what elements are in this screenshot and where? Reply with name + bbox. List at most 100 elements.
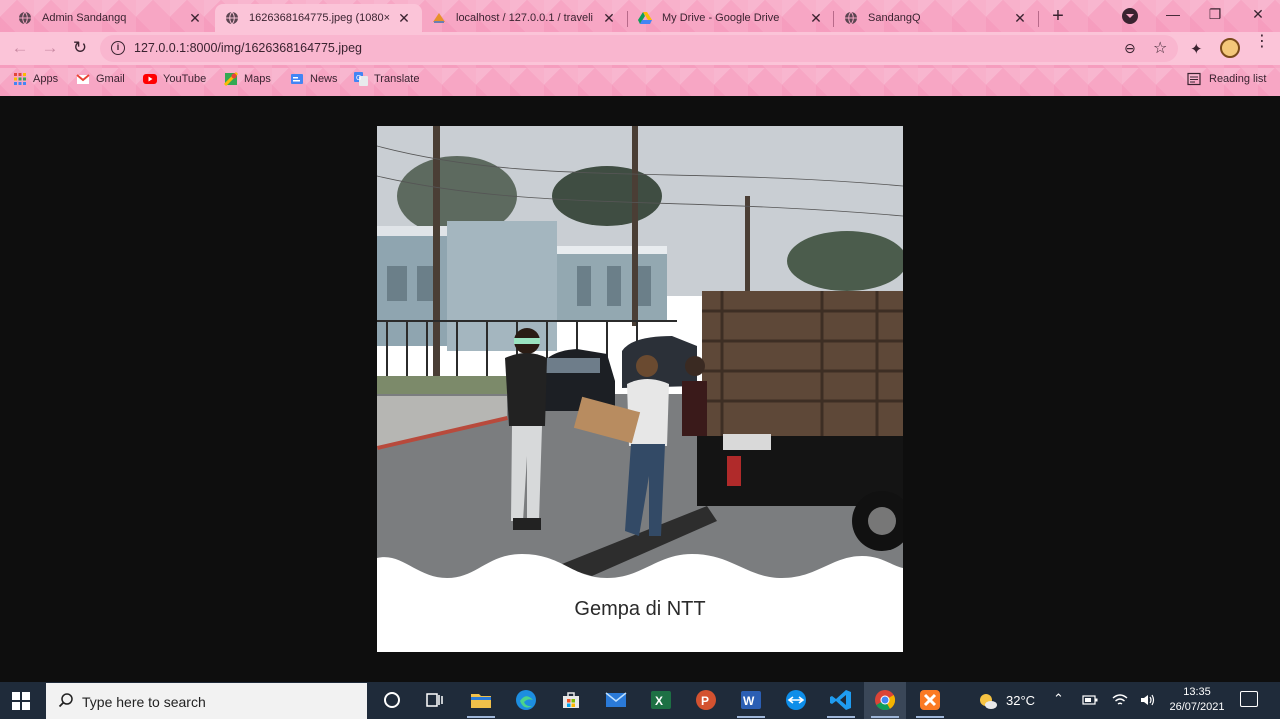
chrome-icon[interactable] <box>873 688 897 712</box>
new-tab-button[interactable]: + <box>1048 6 1068 26</box>
toolbar: ← → ↻ i 127.0.0.1:8000/img/1626368164775… <box>0 32 1280 65</box>
bookmark-gmail[interactable]: Gmail <box>76 72 125 86</box>
powerpoint-icon[interactable]: P <box>694 688 718 712</box>
task-view-icon[interactable] <box>422 688 446 712</box>
info-icon[interactable]: i <box>111 41 125 55</box>
bookmark-maps[interactable]: Maps <box>224 72 271 86</box>
tab-separator <box>1038 11 1039 27</box>
close-tab-icon[interactable]: ✕ <box>808 10 824 27</box>
image-card[interactable]: Gempa di NTT <box>377 126 903 652</box>
svg-text:W: W <box>743 694 755 708</box>
tab-phpmyadmin[interactable]: localhost / 127.0.0.1 / traveli ✕ <box>422 4 627 32</box>
profile-avatar[interactable] <box>1220 38 1240 58</box>
gmail-icon <box>76 74 90 84</box>
xampp-icon[interactable] <box>918 688 942 712</box>
bookmark-label: Apps <box>33 73 59 85</box>
search-icon <box>58 693 73 708</box>
close-tab-icon[interactable]: ✕ <box>396 10 412 27</box>
bookmarks-bar: Apps Gmail YouTube Maps News G Translate… <box>0 65 1280 96</box>
google-maps-icon <box>224 72 238 86</box>
chrome-menu-icon[interactable]: ⋮ <box>1254 34 1270 50</box>
tab-search-icon[interactable] <box>1122 8 1138 24</box>
reading-list-button[interactable]: Reading list <box>1187 72 1266 86</box>
bookmark-label: Maps <box>244 73 271 85</box>
tab-google-drive[interactable]: My Drive - Google Drive ✕ <box>628 4 834 32</box>
forward-arrow-icon[interactable]: → <box>40 38 60 58</box>
vscode-icon[interactable] <box>829 688 853 712</box>
chevron-up-icon[interactable]: ⌃ <box>1053 691 1064 707</box>
bookmark-youtube[interactable]: YouTube <box>143 72 206 86</box>
restore-button[interactable]: ❐ <box>1205 4 1225 24</box>
close-window-button[interactable]: ✕ <box>1248 4 1268 24</box>
card-caption: Gempa di NTT <box>574 598 706 620</box>
tab-separator <box>833 11 834 27</box>
battery-icon[interactable] <box>1082 694 1098 706</box>
youtube-icon <box>143 74 157 84</box>
tab-title: SandangQ <box>868 12 921 24</box>
weather-sun-icon[interactable] <box>978 691 998 711</box>
extensions-puzzle-icon[interactable]: ✦ <box>1190 40 1208 58</box>
running-indicator <box>871 716 899 718</box>
tab-image[interactable]: 1626368164775.jpeg (1080× ✕ <box>215 4 422 32</box>
running-indicator <box>737 716 765 718</box>
weather-temperature[interactable]: 32°C <box>1006 693 1035 708</box>
bookmark-label: YouTube <box>163 73 207 85</box>
wifi-icon[interactable] <box>1112 693 1128 707</box>
tab-title: Admin Sandangq <box>42 12 127 24</box>
page-viewport: Gempa di NTT <box>0 96 1280 682</box>
tab-admin-sandangq[interactable]: Admin Sandangq ✕ <box>8 4 213 32</box>
reload-icon[interactable]: ↻ <box>70 38 90 58</box>
browser-chrome: Admin Sandangq ✕ 1626368164775.jpeg (108… <box>0 0 1280 96</box>
microsoft-store-icon[interactable] <box>559 688 583 712</box>
windows-start-icon[interactable] <box>12 692 30 710</box>
bookmark-star-icon[interactable]: ☆ <box>1153 38 1167 58</box>
reading-list-icon <box>1187 72 1201 86</box>
address-url[interactable]: 127.0.0.1:8000/img/1626368164775.jpeg <box>134 41 362 55</box>
tab-title: 1626368164775.jpeg (1080× <box>249 12 390 24</box>
running-indicator <box>827 716 855 718</box>
svg-text:G: G <box>356 75 361 82</box>
tab-title: My Drive - Google Drive <box>662 12 780 24</box>
bookmark-translate[interactable]: G Translate <box>354 72 419 86</box>
globe-icon <box>19 11 31 25</box>
tab-strip: Admin Sandangq ✕ 1626368164775.jpeg (108… <box>0 0 1280 32</box>
edge-icon[interactable] <box>514 688 538 712</box>
bookmark-news[interactable]: News <box>290 72 338 86</box>
phpmyadmin-icon <box>433 13 445 23</box>
bookmark-apps[interactable]: Apps <box>13 72 58 86</box>
back-arrow-icon[interactable]: ← <box>10 38 30 58</box>
svg-text:X: X <box>655 694 663 708</box>
running-indicator <box>467 716 495 718</box>
bookmark-label: Translate <box>374 73 420 85</box>
mail-icon[interactable] <box>604 688 628 712</box>
volunteers-loading-truck-photo <box>377 126 903 586</box>
zoom-icon[interactable]: ⊖ <box>1124 40 1136 57</box>
volume-icon[interactable] <box>1140 693 1156 707</box>
taskbar-search-box[interactable]: Type here to search <box>46 683 367 719</box>
cortana-icon[interactable] <box>380 688 404 712</box>
google-news-icon <box>291 74 303 84</box>
minimize-button[interactable]: — <box>1163 4 1183 24</box>
address-bar[interactable]: i 127.0.0.1:8000/img/1626368164775.jpeg … <box>100 35 1178 62</box>
google-translate-icon: G <box>354 72 368 86</box>
file-explorer-icon[interactable] <box>469 688 493 712</box>
word-icon[interactable]: W <box>739 688 763 712</box>
taskbar-clock[interactable]: 13:35 26/07/2021 <box>1160 685 1234 715</box>
windows-taskbar: Type here to search X P W 32°C ⌃ 13:35 2… <box>0 682 1280 719</box>
teamviewer-icon[interactable] <box>784 688 808 712</box>
clock-date: 26/07/2021 <box>1169 701 1225 713</box>
close-tab-icon[interactable]: ✕ <box>187 10 203 27</box>
excel-icon[interactable]: X <box>649 688 673 712</box>
close-tab-icon[interactable]: ✕ <box>1012 10 1028 27</box>
reading-list-label: Reading list <box>1209 73 1267 85</box>
search-placeholder: Type here to search <box>82 694 206 710</box>
globe-icon <box>845 11 857 25</box>
bookmark-label: News <box>310 73 338 85</box>
google-drive-icon <box>638 12 652 24</box>
apps-grid-icon <box>14 73 26 85</box>
svg-text:P: P <box>701 694 709 708</box>
close-tab-icon[interactable]: ✕ <box>601 10 617 27</box>
tab-sandangq[interactable]: SandangQ ✕ <box>834 4 1038 32</box>
running-indicator <box>916 716 944 718</box>
notification-center-icon[interactable] <box>1240 691 1258 707</box>
